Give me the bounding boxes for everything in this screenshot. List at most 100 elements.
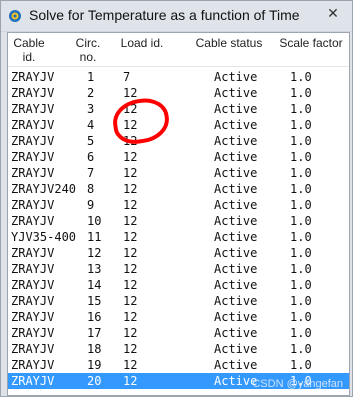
cable-id-cell: ZRAYJV bbox=[11, 198, 55, 212]
cable-id-cell: ZRAYJV bbox=[11, 150, 55, 164]
table-row[interactable]: ZRAYJV 3 12 Active 1.0 bbox=[8, 101, 349, 117]
circ-no-cell: 5 bbox=[87, 134, 95, 148]
scale-factor-cell: 1.0 bbox=[290, 166, 312, 180]
table-row[interactable]: ZRAYJV 13 12 Active 1.0 bbox=[8, 261, 349, 277]
cable-status-cell: Active bbox=[214, 102, 258, 116]
table-row[interactable]: ZRAYJV 9 12 Active 1.0 bbox=[8, 197, 349, 213]
scale-factor-cell: 1.0 bbox=[290, 342, 312, 356]
cable-id-cell: ZRAYJV bbox=[11, 102, 55, 116]
col-circ-no[interactable]: Circ. no. bbox=[70, 36, 106, 64]
col-load-id-label: Load id. bbox=[120, 36, 164, 50]
scale-factor-cell: 1.0 bbox=[290, 310, 312, 324]
table-row[interactable]: ZRAYJV 18 12 Active 1.0 bbox=[8, 341, 349, 357]
cable-id-cell: ZRAYJV bbox=[11, 262, 55, 276]
circ-no-cell: 2 bbox=[87, 86, 95, 100]
cable-id-cell: ZRAYJV bbox=[11, 374, 55, 388]
circ-no-cell: 16 bbox=[87, 310, 102, 324]
table-body: ZRAYJV 1 7 Active 1.0 ZRAYJV 2 12 Active 1.0 ZRAYJ… bbox=[8, 69, 349, 389]
table-row[interactable]: ZRAYJV 19 12 Active 1.0 bbox=[8, 357, 349, 373]
close-icon[interactable]: ✕ bbox=[322, 5, 344, 21]
scale-factor-cell: 1.0 bbox=[290, 198, 312, 212]
table-row[interactable]: ZRAYJV 15 12 Active 1.0 bbox=[8, 293, 349, 309]
cable-status-cell: Active bbox=[214, 214, 258, 228]
cable-status-cell: Active bbox=[214, 70, 258, 84]
col-scale-factor[interactable]: Scale factor bbox=[274, 36, 348, 50]
circ-no-cell: 11 bbox=[87, 230, 102, 244]
scale-factor-cell: 1.0 bbox=[290, 70, 312, 84]
col-cable-id[interactable]: Cable id. bbox=[12, 36, 46, 64]
cable-id-cell: ZRAYJV bbox=[11, 166, 55, 180]
table-row[interactable]: ZRAYJV 12 12 Active 1.0 bbox=[8, 245, 349, 261]
col-scale-factor-label: Scale factor bbox=[279, 36, 343, 50]
table-row[interactable]: ZRAYJV 2 12 Active 1.0 bbox=[8, 85, 349, 101]
table-row[interactable]: ZRAYJV 20 12 Active 1.0 bbox=[8, 373, 349, 389]
scale-factor-cell: 1.0 bbox=[290, 214, 312, 228]
title-bar[interactable]: Solve for Temperature as a function of T… bbox=[1, 1, 352, 32]
cable-id-cell: ZRAYJV bbox=[11, 358, 55, 372]
scale-factor-cell: 1.0 bbox=[290, 262, 312, 276]
load-id-cell: 12 bbox=[123, 294, 138, 308]
table-row[interactable]: ZRAYJV 10 12 Active 1.0 bbox=[8, 213, 349, 229]
circ-no-cell: 12 bbox=[87, 246, 102, 260]
load-id-cell: 12 bbox=[123, 198, 138, 212]
scale-factor-cell: 1.0 bbox=[290, 102, 312, 116]
cable-id-cell: ZRAYJV bbox=[11, 246, 55, 260]
cable-status-cell: Active bbox=[214, 118, 258, 132]
circ-no-cell: 8 bbox=[87, 182, 95, 196]
scale-factor-cell: 1.0 bbox=[290, 358, 312, 372]
scale-factor-cell: 1.0 bbox=[290, 230, 312, 244]
table-header: Cable id. Circ. no. Load id. Cable statu… bbox=[8, 33, 349, 67]
circ-no-cell: 3 bbox=[87, 102, 95, 116]
table-row[interactable]: ZRAYJV 1 7 Active 1.0 bbox=[8, 69, 349, 85]
table-row[interactable]: ZRAYJV 6 12 Active 1.0 bbox=[8, 149, 349, 165]
circ-no-cell: 9 bbox=[87, 198, 95, 212]
scale-factor-cell: 1.0 bbox=[290, 326, 312, 340]
col-load-id[interactable]: Load id. bbox=[115, 36, 169, 50]
scale-factor-cell: 1.0 bbox=[290, 374, 312, 388]
table-row[interactable]: ZRAYJV 4 12 Active 1.0 bbox=[8, 117, 349, 133]
cable-status-cell: Active bbox=[214, 166, 258, 180]
cable-id-cell: ZRAYJV bbox=[11, 214, 55, 228]
circ-no-cell: 13 bbox=[87, 262, 102, 276]
app-window: Solve for Temperature as a function of T… bbox=[0, 0, 353, 397]
cable-status-cell: Active bbox=[214, 278, 258, 292]
circ-no-cell: 15 bbox=[87, 294, 102, 308]
circ-no-cell: 18 bbox=[87, 342, 102, 356]
scale-factor-cell: 1.0 bbox=[290, 278, 312, 292]
load-id-cell: 12 bbox=[123, 150, 138, 164]
circ-no-cell: 7 bbox=[87, 166, 95, 180]
load-id-cell: 12 bbox=[123, 230, 138, 244]
table-row[interactable]: ZRAYJV240 8 12 Active 1.0 bbox=[8, 181, 349, 197]
col-cable-id-label: Cable id. bbox=[13, 36, 45, 64]
load-id-cell: 12 bbox=[123, 118, 138, 132]
table-row[interactable]: ZRAYJV 16 12 Active 1.0 bbox=[8, 309, 349, 325]
scale-factor-cell: 1.0 bbox=[290, 246, 312, 260]
cable-status-cell: Active bbox=[214, 326, 258, 340]
cable-table: Cable id. Circ. no. Load id. Cable statu… bbox=[7, 32, 350, 396]
load-id-cell: 12 bbox=[123, 166, 138, 180]
scale-factor-cell: 1.0 bbox=[290, 150, 312, 164]
table-row[interactable]: ZRAYJV 7 12 Active 1.0 bbox=[8, 165, 349, 181]
table-row[interactable]: ZRAYJV 5 12 Active 1.0 bbox=[8, 133, 349, 149]
cable-id-cell: ZRAYJV bbox=[11, 86, 55, 100]
load-id-cell: 12 bbox=[123, 358, 138, 372]
cable-id-cell: YJV35-400 bbox=[11, 230, 77, 244]
load-id-cell: 12 bbox=[123, 102, 138, 116]
scale-factor-cell: 1.0 bbox=[290, 118, 312, 132]
table-row[interactable]: ZRAYJV 14 12 Active 1.0 bbox=[8, 277, 349, 293]
cable-status-cell: Active bbox=[214, 294, 258, 308]
cable-id-cell: ZRAYJV bbox=[11, 134, 55, 148]
col-cable-status[interactable]: Cable status bbox=[184, 36, 274, 50]
circ-no-cell: 14 bbox=[87, 278, 102, 292]
table-row[interactable]: ZRAYJV 17 12 Active 1.0 bbox=[8, 325, 349, 341]
circ-no-cell: 17 bbox=[87, 326, 102, 340]
load-id-cell: 12 bbox=[123, 262, 138, 276]
cable-status-cell: Active bbox=[214, 342, 258, 356]
cable-id-cell: ZRAYJV bbox=[11, 70, 55, 84]
load-id-cell: 12 bbox=[123, 278, 138, 292]
cable-status-cell: Active bbox=[214, 310, 258, 324]
load-id-cell: 12 bbox=[123, 182, 138, 196]
cable-id-cell: ZRAYJV bbox=[11, 118, 55, 132]
table-row[interactable]: YJV35-400 11 12 Active 1.0 bbox=[8, 229, 349, 245]
cable-status-cell: Active bbox=[214, 230, 258, 244]
